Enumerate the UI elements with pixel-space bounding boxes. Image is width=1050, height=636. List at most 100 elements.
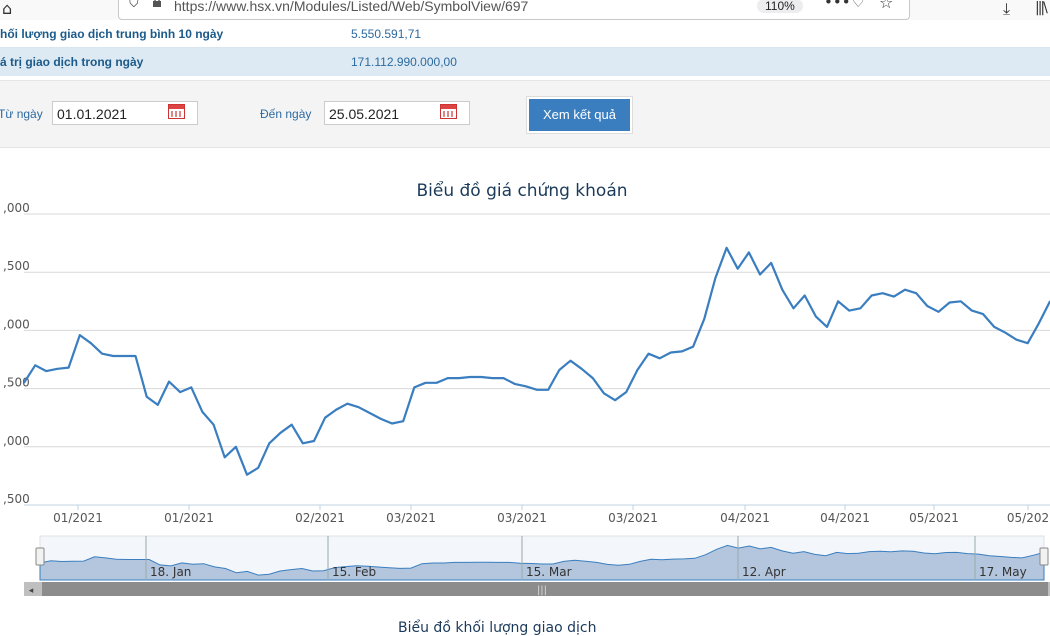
data-point [714,277,717,279]
data-point [157,404,159,406]
data-point [458,377,460,379]
data-point [201,411,204,413]
data-point [982,313,984,315]
download-icon[interactable]: ⤓ [1003,0,1010,19]
data-point [235,446,237,448]
data-point [658,357,661,360]
data-point [90,342,92,344]
data-point [368,412,371,414]
data-point [736,267,739,270]
navigator-label: 15. Feb [332,565,376,579]
data-point [781,288,784,291]
data-point [670,351,672,354]
data-point [592,377,594,379]
address-bar[interactable]: ⛉ https://www.hsx.vn/Modules/Listed/Web/… [118,0,910,20]
data-point [993,326,995,328]
data-point [112,355,114,357]
data-point [190,386,193,389]
info-value: 5.550.591,71 [351,27,422,41]
data-point [692,345,694,348]
calendar-icon[interactable] [168,104,185,119]
data-point [759,273,761,276]
data-point [558,369,561,371]
data-point [302,442,304,445]
x-tick-label: 05/2021 [909,511,959,525]
x-tick-label: 03/2021 [497,511,547,525]
data-point [881,292,884,294]
data-point [402,420,405,423]
x-tick-label: 04/2021 [820,511,870,525]
data-point [525,385,527,388]
data-point [725,247,728,249]
x-tick-label: 05/202 [1007,511,1049,525]
data-point [513,383,516,385]
from-date-label: Từ ngày [0,107,43,121]
info-label: á trị giao dịch trong ngày [0,55,144,69]
data-point [335,408,338,411]
data-point [915,292,917,294]
calendar-icon[interactable] [440,104,457,119]
data-point [268,442,271,445]
data-point [491,377,494,379]
data-point [826,326,828,328]
data-point [324,416,326,419]
view-results-button[interactable]: Xem kết quả [527,97,632,133]
url-text[interactable]: https://www.hsx.vn/Modules/Listed/Web/Sy… [174,0,528,14]
data-point [447,377,449,379]
star-icon[interactable]: ☆ [879,0,893,12]
data-point [770,262,772,264]
data-point [223,456,226,459]
more-icon[interactable]: ••• [824,0,851,11]
data-point [101,352,103,355]
data-point [435,382,438,384]
library-icon[interactable]: |||\ [1035,0,1048,16]
pocket-icon[interactable]: ♡ [852,0,865,11]
navigator-label: 12. Apr [742,565,786,579]
zoom-badge[interactable]: 110% [757,0,803,13]
data-point [23,382,25,384]
data-point [212,423,215,426]
data-point [279,432,282,434]
data-point [803,294,806,297]
data-point [246,473,248,476]
data-point [625,391,627,393]
data-point [502,377,505,379]
y-tick-label: ,000 [3,434,30,448]
data-point [748,251,750,254]
data-point [837,300,839,303]
data-point [357,406,360,408]
data-point [424,382,427,384]
data-point [145,395,148,398]
data-point [1004,331,1007,334]
data-point [893,295,895,298]
data-point [870,294,873,297]
data-point [56,368,59,370]
data-point [926,305,929,307]
home-icon[interactable]: ⌂ [2,0,12,18]
lock-icon[interactable] [152,0,162,7]
navigator-handle[interactable] [1039,547,1049,566]
data-point [681,350,683,353]
x-tick-label: 03/2021 [608,511,658,525]
y-tick-label: ,000 [3,317,30,331]
data-point [168,380,170,383]
x-tick-label: 01/2021 [53,511,103,525]
data-point [346,402,349,405]
chart-title: Biểu đồ giá chứng khoán [416,180,627,201]
data-point [391,422,393,425]
navigator-label: 15. Mar [526,565,572,579]
data-point [547,389,549,391]
scroll-left-icon[interactable]: ◂ [29,586,34,596]
x-tick-label: 04/2021 [720,511,770,525]
y-tick-label: ,500 [3,376,30,390]
data-point [848,309,851,312]
price-series-line [23,246,1050,476]
data-point [1015,338,1018,341]
scrollbar-grip-icon: ||| [537,585,547,596]
shield-icon[interactable]: ⛉ [129,0,139,11]
data-point [703,318,706,320]
navigator-label: 17. May [979,565,1027,579]
navigator-handle[interactable] [35,547,45,566]
data-point [792,307,795,310]
data-point [480,376,483,378]
